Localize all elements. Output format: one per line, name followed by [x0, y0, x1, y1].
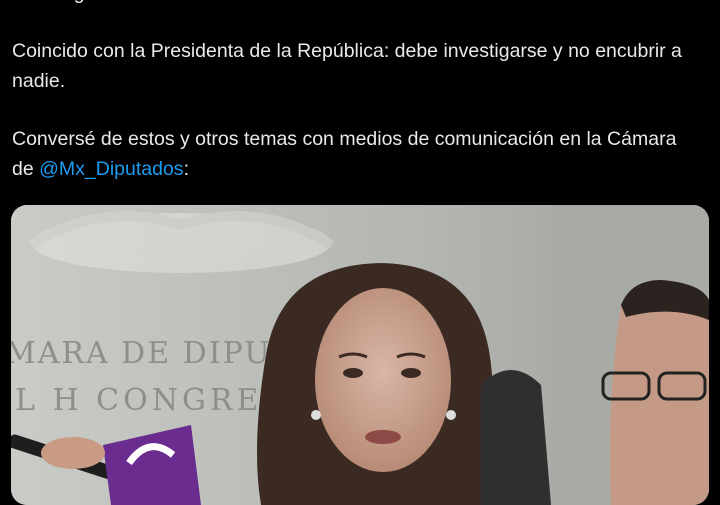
tweet-text: están ligados con el narco. Coincido con… — [12, 0, 702, 212]
tweet-paragraph-2: Coincido con la Presidenta de la Repúbli… — [12, 40, 682, 92]
person-face — [315, 288, 451, 472]
mention-link[interactable]: @Mx_Diputados — [39, 158, 183, 180]
tweet-paragraph-3: Conversé de estos y otros temas con medi… — [12, 124, 702, 184]
video-frame: MARA DE DIPUTA L H CONGRESO — [11, 205, 709, 505]
tweet-paragraph-1: están ligados con el narco. — [12, 0, 702, 8]
video-thumbnail[interactable]: MARA DE DIPUTA L H CONGRESO — [11, 205, 709, 505]
hand — [41, 437, 105, 469]
tweet-paragraph-3-suffix: : — [183, 158, 189, 180]
background-figure — [481, 370, 551, 505]
wall-emblem — [28, 211, 334, 273]
